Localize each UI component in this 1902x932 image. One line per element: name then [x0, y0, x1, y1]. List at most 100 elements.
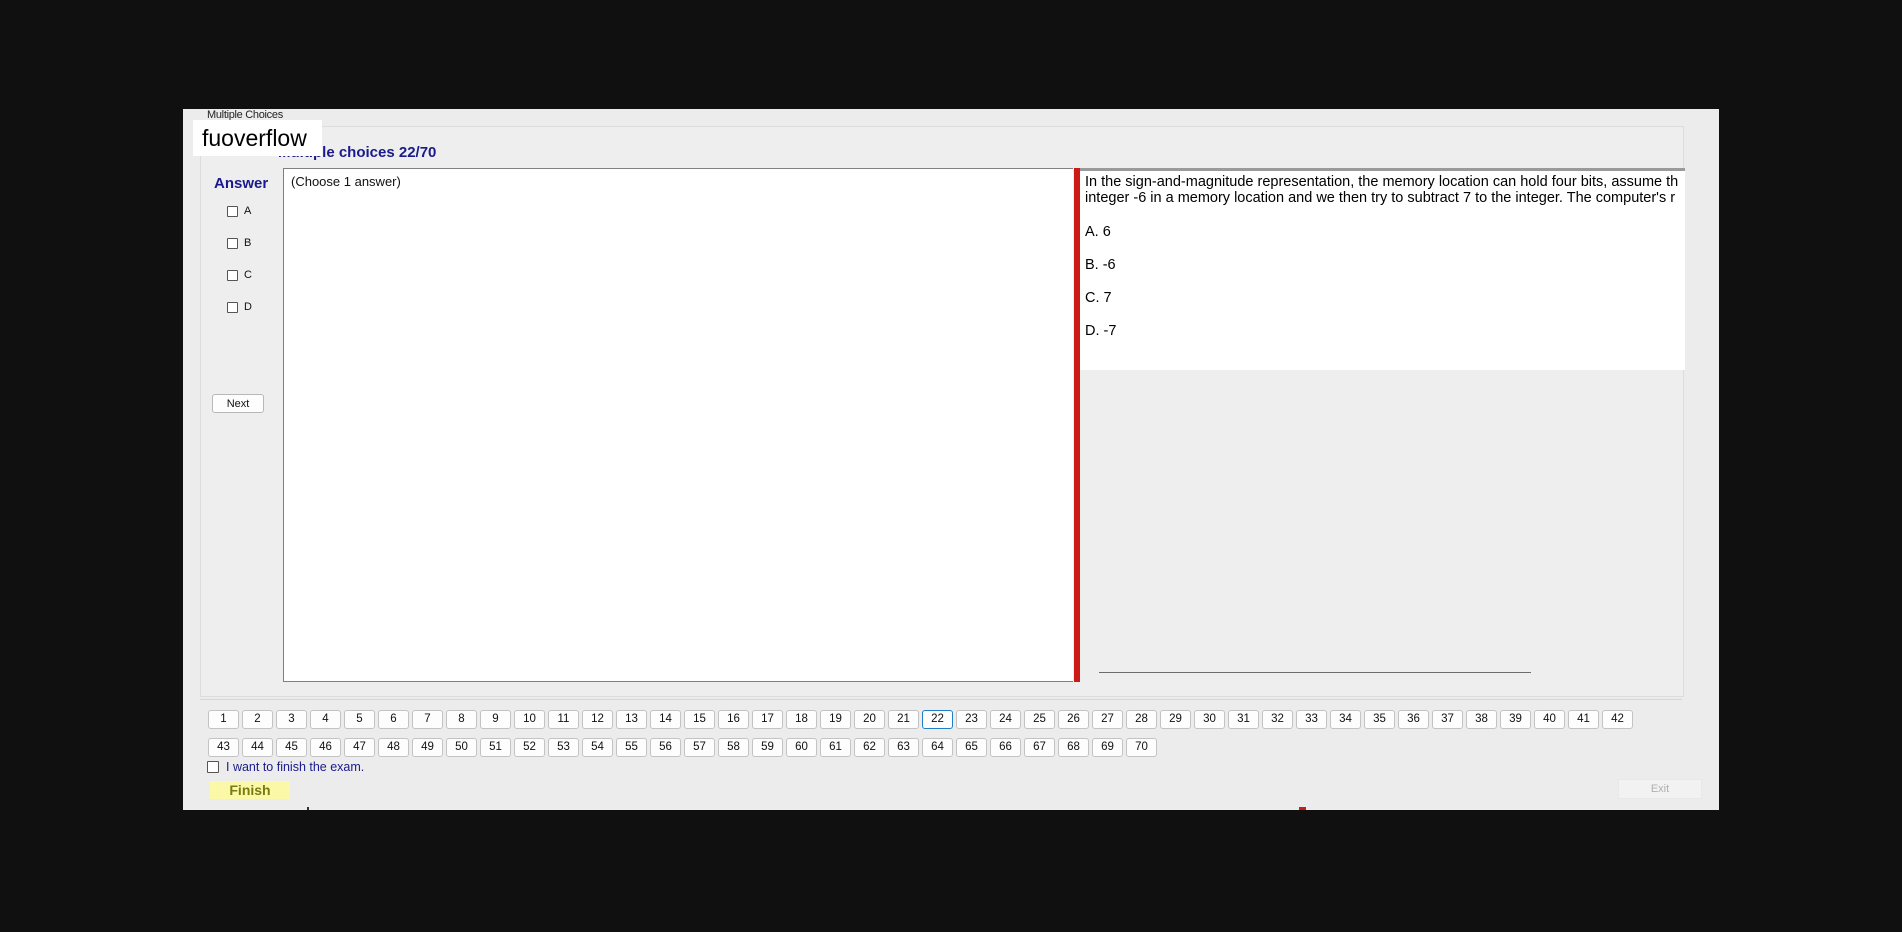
- question-nav-button-39[interactable]: 39: [1500, 710, 1531, 729]
- question-nav-button-23[interactable]: 23: [956, 710, 987, 729]
- choose-hint: (Choose 1 answer): [291, 174, 401, 189]
- answer-heading: Answer: [214, 175, 269, 192]
- question-nav-button-52[interactable]: 52: [514, 738, 545, 757]
- question-nav-button-4[interactable]: 4: [310, 710, 341, 729]
- question-nav-button-43[interactable]: 43: [208, 738, 239, 757]
- question-nav-button-1[interactable]: 1: [208, 710, 239, 729]
- answer-option-a[interactable]: A: [227, 205, 251, 217]
- question-nav-button-8[interactable]: 8: [446, 710, 477, 729]
- question-nav-button-13[interactable]: 13: [616, 710, 647, 729]
- question-nav-button-67[interactable]: 67: [1024, 738, 1055, 757]
- question-text-line-1: In the sign-and-magnitude representation…: [1085, 174, 1679, 190]
- question-nav-button-33[interactable]: 33: [1296, 710, 1327, 729]
- answer-checkbox-b[interactable]: [227, 237, 238, 249]
- exam-window: Multiple Choices Multiple choices 22/70 …: [183, 109, 1719, 822]
- question-nav-button-11[interactable]: 11: [548, 710, 579, 729]
- question-nav-button-3[interactable]: 3: [276, 710, 307, 729]
- question-nav-button-66[interactable]: 66: [990, 738, 1021, 757]
- question-nav-button-54[interactable]: 54: [582, 738, 613, 757]
- question-text-line-2: integer -6 in a memory location and we t…: [1085, 190, 1676, 206]
- question-nav-button-30[interactable]: 30: [1194, 710, 1225, 729]
- question-nav-button-48[interactable]: 48: [378, 738, 409, 757]
- question-nav-button-65[interactable]: 65: [956, 738, 987, 757]
- question-nav-button-60[interactable]: 60: [786, 738, 817, 757]
- question-nav-button-12[interactable]: 12: [582, 710, 613, 729]
- question-nav-button-59[interactable]: 59: [752, 738, 783, 757]
- question-nav-button-31[interactable]: 31: [1228, 710, 1259, 729]
- divider: [200, 699, 1682, 700]
- answer-checkbox-c[interactable]: [227, 269, 238, 281]
- question-nav-button-2[interactable]: 2: [242, 710, 273, 729]
- question-nav-button-56[interactable]: 56: [650, 738, 681, 757]
- question-nav-button-42[interactable]: 42: [1602, 710, 1633, 729]
- question-nav-button-21[interactable]: 21: [888, 710, 919, 729]
- question-nav-button-49[interactable]: 49: [412, 738, 443, 757]
- question-nav-button-51[interactable]: 51: [480, 738, 511, 757]
- question-nav-button-58[interactable]: 58: [718, 738, 749, 757]
- answer-checkbox-d[interactable]: [227, 301, 238, 313]
- question-nav-button-37[interactable]: 37: [1432, 710, 1463, 729]
- question-nav-button-5[interactable]: 5: [344, 710, 375, 729]
- question-nav-button-50[interactable]: 50: [446, 738, 477, 757]
- answer-option-label: D: [244, 301, 252, 313]
- question-nav-button-47[interactable]: 47: [344, 738, 375, 757]
- answer-option-label: C: [244, 269, 252, 281]
- question-nav-button-29[interactable]: 29: [1160, 710, 1191, 729]
- finish-exam-checkbox[interactable]: [207, 761, 219, 773]
- question-nav-button-24[interactable]: 24: [990, 710, 1021, 729]
- question-nav-button-35[interactable]: 35: [1364, 710, 1395, 729]
- question-nav-button-61[interactable]: 61: [820, 738, 851, 757]
- next-button[interactable]: Next: [212, 394, 264, 413]
- question-nav-button-69[interactable]: 69: [1092, 738, 1123, 757]
- answer-text-panel[interactable]: (Choose 1 answer): [283, 168, 1073, 682]
- question-nav-button-63[interactable]: 63: [888, 738, 919, 757]
- question-nav-button-32[interactable]: 32: [1262, 710, 1293, 729]
- finish-exam-label: I want to finish the exam.: [226, 760, 365, 774]
- question-nav-button-41[interactable]: 41: [1568, 710, 1599, 729]
- question-nav-button-34[interactable]: 34: [1330, 710, 1361, 729]
- question-panel: In the sign-and-magnitude representation…: [1080, 168, 1685, 370]
- question-nav-button-9[interactable]: 9: [480, 710, 511, 729]
- answer-option-c[interactable]: C: [227, 269, 252, 281]
- question-nav-button-19[interactable]: 19: [820, 710, 851, 729]
- question-nav-button-6[interactable]: 6: [378, 710, 409, 729]
- question-nav-button-64[interactable]: 64: [922, 738, 953, 757]
- question-nav-button-68[interactable]: 68: [1058, 738, 1089, 757]
- answer-option-label: B: [244, 237, 252, 249]
- question-nav-button-17[interactable]: 17: [752, 710, 783, 729]
- question-nav-button-44[interactable]: 44: [242, 738, 273, 757]
- question-nav-button-18[interactable]: 18: [786, 710, 817, 729]
- exit-button[interactable]: Exit: [1618, 779, 1702, 799]
- question-nav-button-55[interactable]: 55: [616, 738, 647, 757]
- question-nav-button-10[interactable]: 10: [514, 710, 545, 729]
- question-nav-button-70[interactable]: 70: [1126, 738, 1157, 757]
- question-nav-button-28[interactable]: 28: [1126, 710, 1157, 729]
- question-choice-b: B. -6: [1085, 257, 1116, 273]
- finish-button[interactable]: Finish: [210, 781, 290, 799]
- question-choice-d: D. -7: [1085, 323, 1117, 339]
- question-nav-button-45[interactable]: 45: [276, 738, 307, 757]
- question-nav-button-7[interactable]: 7: [412, 710, 443, 729]
- finish-exam-option[interactable]: I want to finish the exam.: [207, 760, 364, 774]
- question-nav-button-40[interactable]: 40: [1534, 710, 1565, 729]
- question-nav-button-27[interactable]: 27: [1092, 710, 1123, 729]
- question-nav-button-62[interactable]: 62: [854, 738, 885, 757]
- answer-option-label: A: [244, 205, 252, 217]
- question-nav-button-46[interactable]: 46: [310, 738, 341, 757]
- question-choice-c: C. 7: [1085, 290, 1112, 306]
- question-nav-button-22[interactable]: 22: [922, 710, 953, 729]
- question-nav-button-26[interactable]: 26: [1058, 710, 1089, 729]
- answer-option-b[interactable]: B: [227, 237, 251, 249]
- answer-option-d[interactable]: D: [227, 301, 252, 313]
- question-nav-button-14[interactable]: 14: [650, 710, 681, 729]
- question-nav-button-20[interactable]: 20: [854, 710, 885, 729]
- question-nav-button-16[interactable]: 16: [718, 710, 749, 729]
- question-nav-button-36[interactable]: 36: [1398, 710, 1429, 729]
- divider: [1099, 672, 1531, 673]
- answer-checkbox-a[interactable]: [227, 205, 238, 217]
- question-nav-button-57[interactable]: 57: [684, 738, 715, 757]
- question-nav-button-53[interactable]: 53: [548, 738, 579, 757]
- question-nav-button-15[interactable]: 15: [684, 710, 715, 729]
- question-nav-button-25[interactable]: 25: [1024, 710, 1055, 729]
- question-nav-button-38[interactable]: 38: [1466, 710, 1497, 729]
